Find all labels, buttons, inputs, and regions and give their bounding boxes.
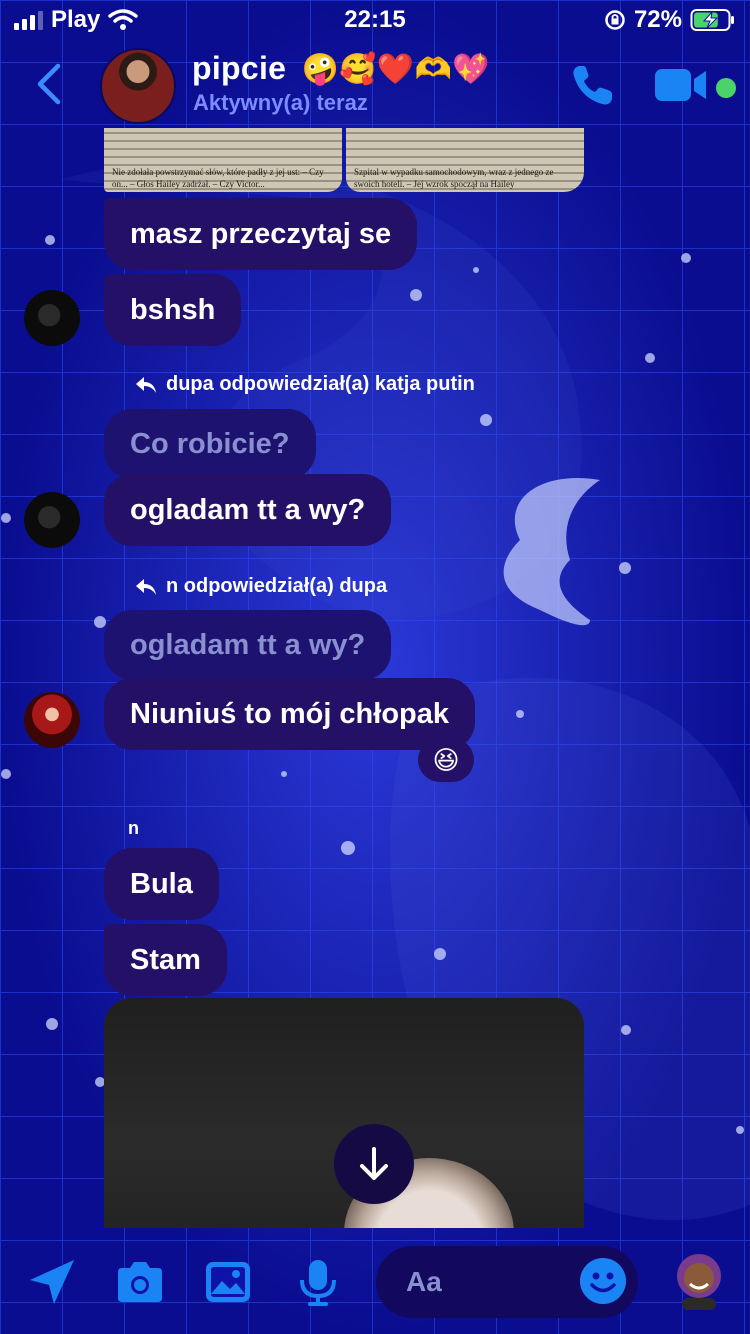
back-button[interactable]: [30, 60, 70, 108]
quoted-message[interactable]: Co robicie?: [104, 409, 316, 479]
phone-icon: [573, 66, 612, 105]
status-right: 72%: [604, 6, 736, 34]
active-status: Aktywny(a) teraz: [193, 90, 368, 115]
rotation-lock-icon: [605, 10, 625, 30]
sender-name: n: [128, 818, 139, 838]
contact-name[interactable]: pipcie 🤪🥰❤️🫶💖: [192, 50, 490, 87]
photo-text: Nie zdołała powstrzymać słów, które padł…: [112, 167, 324, 189]
avatar-sticker-icon: [677, 1254, 721, 1310]
contact-avatar[interactable]: [100, 48, 176, 124]
video-camera-icon: [655, 69, 706, 101]
message-bubble[interactable]: masz przeczytaj se: [104, 198, 418, 270]
reply-indicator: dupa odpowiedział(a) katja putin: [134, 373, 475, 396]
location-button[interactable]: [26, 1256, 78, 1308]
photo-attachment[interactable]: Szpital w wypadku samochodowym, wraz z j…: [346, 128, 584, 192]
video-attachment[interactable]: [104, 998, 584, 1228]
message-bubble[interactable]: Niuniuś to mój chłopak: [104, 678, 476, 750]
call-button[interactable]: [568, 62, 618, 108]
video-call-button[interactable]: [654, 66, 708, 104]
composer-bar: Aa: [0, 1234, 750, 1334]
battery-percent: 72%: [633, 6, 682, 33]
status-bar: Play 22:15 72%: [0, 0, 750, 42]
emoji-button[interactable]: [580, 1258, 626, 1304]
message-bubble[interactable]: bshsh: [104, 274, 242, 346]
conversation-header: pipcie 🤪🥰❤️🫶💖 Aktywny(a) teraz: [0, 42, 750, 128]
microphone-icon: [300, 1260, 336, 1306]
message-bubble[interactable]: Bula: [104, 848, 219, 920]
location-arrow-icon: [30, 1260, 74, 1304]
reply-indicator: n odpowiedział(a) dupa: [134, 575, 387, 598]
photo-text: Szpital w wypadku samochodowym, wraz z j…: [354, 167, 554, 189]
photo-icon: [206, 1262, 250, 1302]
quoted-message[interactable]: ogladam tt a wy?: [104, 610, 392, 680]
message-list[interactable]: Nie zdołała powstrzymać słów, które padł…: [0, 128, 750, 1228]
sender-avatar[interactable]: [24, 290, 80, 346]
online-indicator: [716, 78, 736, 98]
contact-name-text: pipcie: [192, 50, 287, 86]
gallery-button[interactable]: [202, 1256, 254, 1308]
smiley-icon: [580, 1258, 626, 1304]
message-bubble[interactable]: ogladam tt a wy?: [104, 474, 392, 546]
avatar-sticker-button[interactable]: [670, 1250, 728, 1312]
reply-arrow-icon: [136, 376, 156, 393]
chevron-left-icon: [37, 63, 61, 105]
camera-icon: [118, 1262, 162, 1302]
voice-message-button[interactable]: [292, 1256, 344, 1308]
camera-button[interactable]: [114, 1256, 166, 1308]
scroll-to-bottom-button[interactable]: [334, 1124, 414, 1204]
reply-note-text: dupa odpowiedział(a) katja putin: [166, 373, 475, 395]
battery-charging-icon: [690, 9, 734, 31]
reply-note-text: n odpowiedział(a) dupa: [166, 575, 388, 597]
message-reaction[interactable]: 😆: [418, 738, 474, 782]
sender-avatar[interactable]: [24, 492, 80, 548]
sender-avatar[interactable]: [24, 692, 80, 748]
photo-attachment[interactable]: Nie zdołała powstrzymać słów, które padł…: [104, 128, 342, 192]
message-bubble[interactable]: Stam: [104, 924, 227, 996]
reply-arrow-icon: [136, 578, 156, 595]
contact-name-emojis: 🤪🥰❤️🫶💖: [301, 53, 490, 86]
arrow-down-icon: [360, 1147, 388, 1180]
